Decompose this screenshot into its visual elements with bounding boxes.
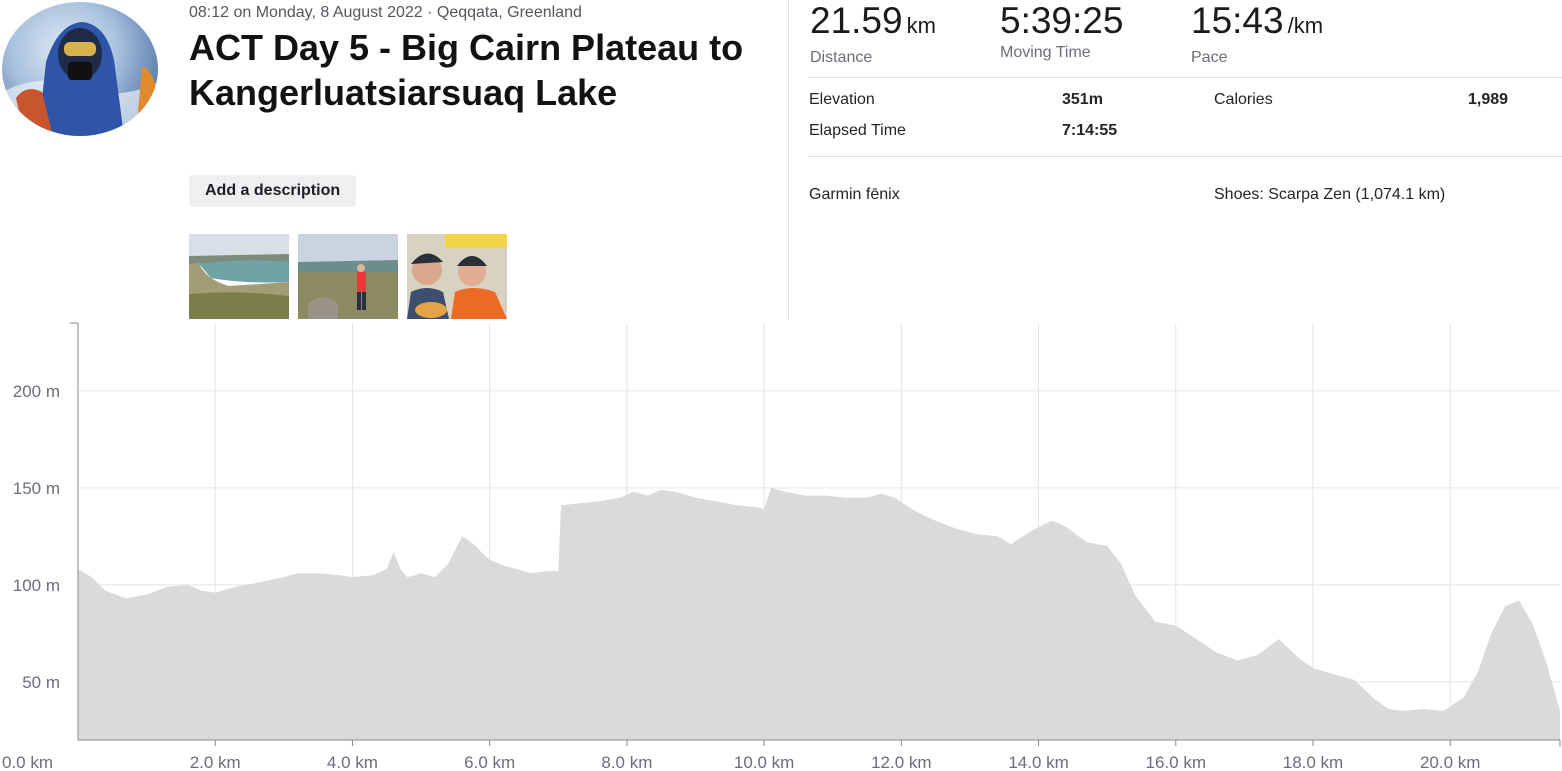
- avatar-photo: [2, 22, 158, 136]
- header-divider: [788, 0, 789, 320]
- x-tick-label: 2.0 km: [190, 753, 241, 771]
- stats-divider-bottom: [808, 156, 1562, 157]
- distance-label: Distance: [810, 49, 873, 66]
- y-tick-label: 100 m: [13, 576, 60, 595]
- elevation-label: Elevation: [809, 91, 875, 108]
- x-tick-label: 10.0 km: [734, 753, 794, 771]
- calories-label: Calories: [1214, 91, 1273, 108]
- x-tick-label: 20.0 km: [1420, 753, 1480, 771]
- elapsed-time-label: Elapsed Time: [809, 122, 906, 139]
- x-tick-label: 12.0 km: [871, 753, 931, 771]
- calories-value: 1,989: [1468, 91, 1509, 108]
- elapsed-time-value: 7:14:55: [1062, 122, 1118, 139]
- x-axis-labels: 0.0 km 2.0 km 4.0 km 6.0 km 8.0 km 10.0 km 12.…: [2, 753, 1480, 771]
- activity-meta: 08:12 on Monday, 8 August 2022 · Qeqqata…: [189, 4, 582, 21]
- x-tick-label: 6.0 km: [464, 753, 515, 771]
- add-description-button[interactable]: Add a description: [189, 175, 357, 207]
- shoes-info[interactable]: Shoes: Scarpa Zen (1,074.1 km): [1214, 186, 1445, 204]
- athlete-avatar[interactable]: [2, 2, 158, 136]
- x-tick-label: 8.0 km: [601, 753, 652, 771]
- elevation-chart[interactable]: 50 m 100 m 150 m 200 m 0.0 km 2.0 km 4.0 km 6.…: [0, 320, 1562, 771]
- device-name: Garmin fēnix: [809, 186, 900, 203]
- lake-photo: [189, 234, 289, 319]
- y-axis-labels: 50 m 100 m 150 m 200 m: [13, 382, 60, 692]
- moving-time-value: 5:39:25: [1000, 0, 1124, 41]
- y-tick-label: 50 m: [22, 673, 60, 692]
- photo-thumbnail-hiker-cairn[interactable]: [298, 234, 398, 319]
- activity-title: ACT Day 5 - Big Cairn Plateau to Kangerl…: [189, 27, 744, 113]
- pace-value: 15:43: [1191, 0, 1284, 41]
- selfie-photo: [407, 234, 507, 319]
- x-tick-label: 0.0 km: [2, 753, 53, 771]
- x-tick-label: 16.0 km: [1146, 753, 1206, 771]
- distance-unit: km: [906, 13, 936, 38]
- stats-divider-top: [808, 77, 1562, 78]
- stat-moving-time: 5:39:25 Moving Time: [1000, 0, 1123, 62]
- x-tick-label: 4.0 km: [327, 753, 378, 771]
- elevation-value: 351m: [1062, 91, 1103, 108]
- distance-value: 21.59: [810, 0, 903, 41]
- y-tick-label: 200 m: [13, 382, 60, 401]
- pace-label: Pace: [1191, 49, 1228, 66]
- moving-time-label: Moving Time: [1000, 44, 1091, 61]
- photo-thumbnail-lake[interactable]: [189, 234, 289, 319]
- stat-pace: 15:43/km Pace: [1191, 0, 1323, 67]
- pace-unit: /km: [1287, 13, 1324, 38]
- stat-distance: 21.59 km Distance: [810, 0, 936, 67]
- photo-thumbnail-selfie[interactable]: [407, 234, 507, 319]
- elevation-area: [78, 487, 1560, 740]
- y-tick-label: 150 m: [13, 479, 60, 498]
- hiker-photo: [298, 234, 398, 319]
- x-tick-label: 14.0 km: [1008, 753, 1068, 771]
- x-tick-label: 18.0 km: [1283, 753, 1343, 771]
